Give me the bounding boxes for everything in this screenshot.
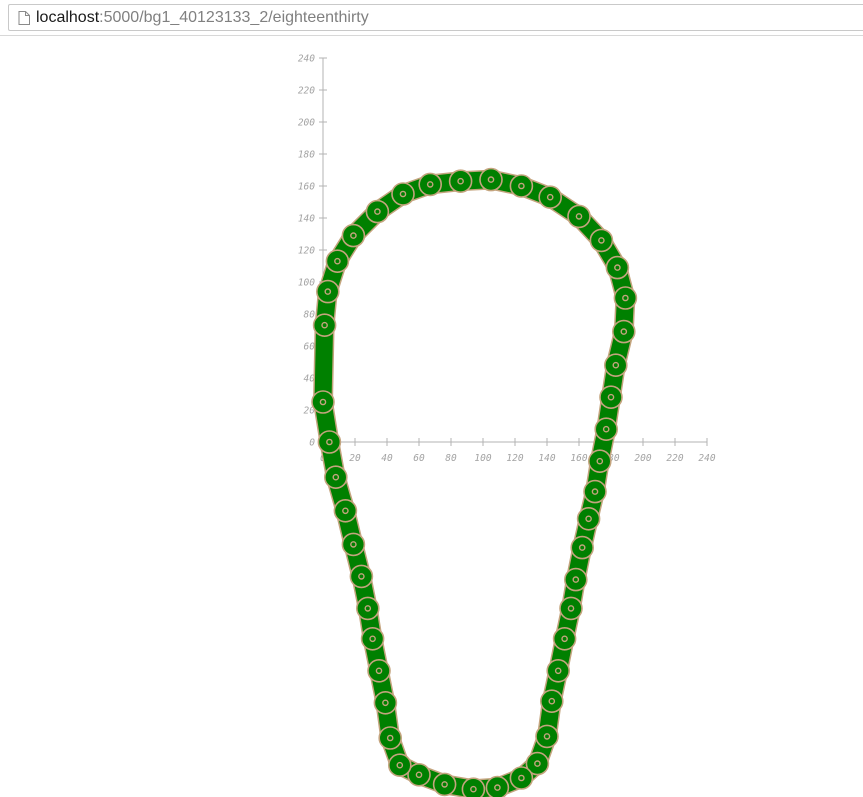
chain-roller	[539, 689, 564, 714]
chain-roller	[367, 658, 391, 683]
x-tick-label: 60	[413, 453, 425, 464]
chain-roller	[323, 465, 348, 490]
chain-roller	[432, 772, 457, 797]
x-tick-label: 100	[474, 453, 491, 464]
x-tick-label: 160	[570, 453, 587, 464]
chain-roller	[589, 228, 614, 253]
chain-roller	[360, 626, 385, 651]
chain-roller	[355, 596, 380, 621]
chain-roller	[546, 658, 571, 683]
y-tick-label: 160	[298, 182, 315, 193]
x-tick-label: 80	[445, 453, 457, 464]
chain-roller	[509, 174, 534, 198]
chain-roller	[448, 169, 473, 193]
chain-roller	[418, 172, 443, 197]
url-path: :5000/bg1_40123133_2/eighteenthirty	[99, 9, 369, 26]
chain-roller	[365, 199, 390, 224]
chain-roller	[325, 249, 350, 273]
page-icon	[18, 11, 30, 25]
chain-roller	[341, 532, 366, 557]
chain-roller	[312, 313, 337, 338]
browser-address-bar: localhost:5000/bg1_40123133_2/eighteenth…	[0, 0, 863, 36]
x-tick-label: 200	[634, 453, 651, 464]
url-host: localhost	[36, 9, 100, 26]
chart-axes: 0204060801001201401601802002202400204060…	[298, 54, 716, 465]
chain-roller	[583, 479, 607, 504]
chain-roller	[317, 430, 342, 454]
chain-roller	[563, 567, 588, 592]
chain-roller	[611, 319, 636, 344]
chain-roller	[603, 353, 628, 378]
x-tick-label: 20	[349, 453, 361, 464]
chain-roller	[485, 775, 510, 797]
chain-roller	[587, 449, 612, 474]
chain-series	[311, 167, 638, 797]
chain-roller	[576, 506, 601, 531]
y-tick-label: 100	[298, 278, 315, 289]
chain-roller	[570, 535, 595, 560]
chain-roller	[594, 417, 619, 442]
chain-chart: 0204060801001201401601802002202400204060…	[298, 54, 716, 797]
x-tick-label: 240	[698, 453, 715, 464]
chain-roller	[333, 498, 358, 523]
y-tick-label: 0	[309, 438, 315, 449]
y-tick-label: 200	[298, 118, 315, 129]
y-tick-label: 60	[304, 342, 316, 353]
y-tick-label: 120	[298, 246, 315, 257]
chain-roller	[552, 626, 577, 651]
chain-roller	[461, 777, 486, 797]
url-text: localhost:5000/bg1_40123133_2/eighteenth…	[36, 9, 369, 27]
chain-roller	[349, 564, 374, 589]
chain-roller	[613, 286, 638, 310]
chain-roller	[341, 223, 366, 248]
chain-roller	[378, 726, 403, 750]
y-tick-label: 220	[298, 86, 315, 97]
chain-roller	[567, 204, 591, 229]
y-tick-label: 180	[298, 150, 315, 161]
chain-roller	[373, 690, 398, 715]
y-tick-label: 140	[298, 214, 315, 225]
chain-roller	[479, 167, 503, 192]
y-tick-label: 80	[304, 310, 316, 321]
chain-roller	[599, 385, 623, 410]
x-tick-label: 140	[538, 453, 555, 464]
chain-roller	[315, 279, 340, 304]
url-input[interactable]: localhost:5000/bg1_40123133_2/eighteenth…	[8, 4, 863, 31]
chain-roller	[535, 724, 559, 749]
chain-roller	[387, 753, 412, 778]
x-tick-label: 40	[381, 453, 393, 464]
x-tick-label: 220	[666, 453, 683, 464]
y-tick-label: 240	[298, 54, 315, 65]
chain-roller	[559, 596, 583, 621]
chain-roller	[509, 766, 534, 790]
chain-roller	[605, 255, 630, 280]
x-tick-label: 120	[506, 453, 523, 464]
chain-roller	[391, 182, 415, 206]
chain-roller	[311, 390, 335, 414]
chain-roller	[538, 185, 563, 209]
